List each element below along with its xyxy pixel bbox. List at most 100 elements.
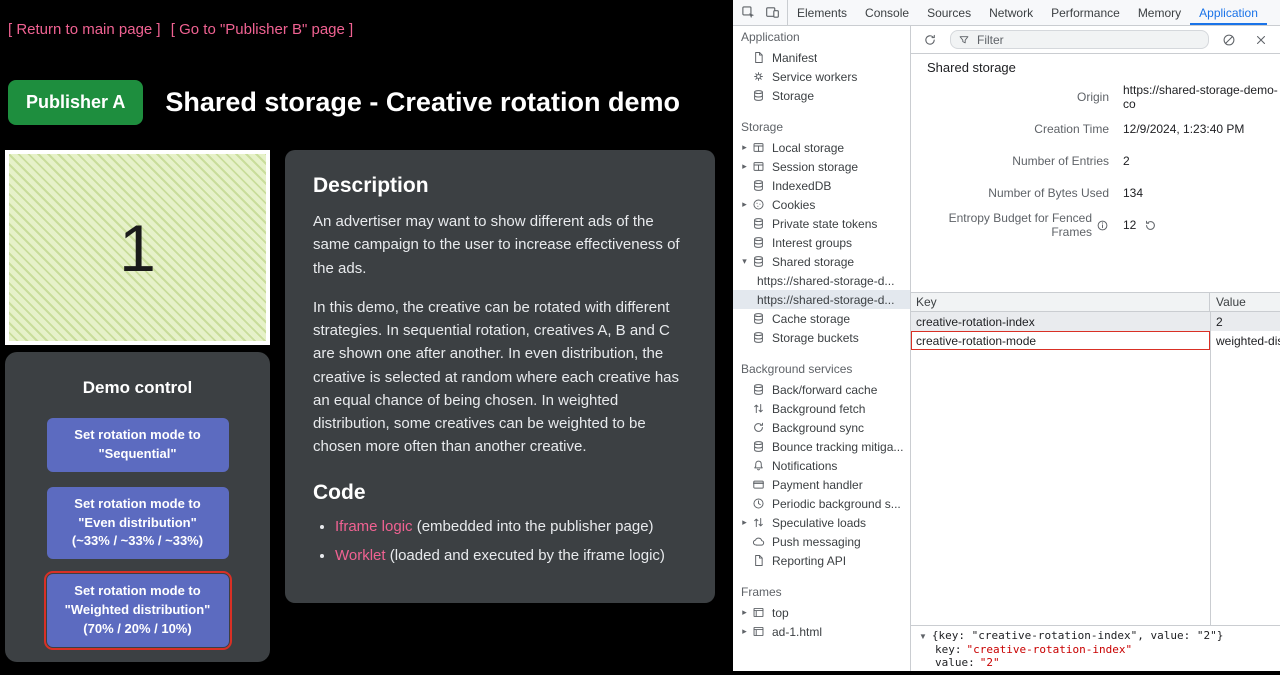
sidebar-item-cache-storage[interactable]: Cache storage [733, 309, 910, 328]
code-link-iframe-logic[interactable]: Iframe logic [335, 518, 413, 535]
devtools-tabbar: ElementsConsoleSourcesNetworkPerformance… [733, 0, 1280, 26]
chevron-right-icon[interactable]: ▸ [738, 626, 751, 637]
filter-box [950, 30, 1209, 49]
inspect-icon[interactable] [736, 2, 760, 24]
row-key-cell: creative-rotation-mode [911, 331, 1210, 350]
sidebar-item-label: Service workers [772, 70, 857, 84]
sidebar-item-indexeddb[interactable]: IndexedDB [733, 176, 910, 195]
chevron-right-icon[interactable]: ▸ [738, 199, 751, 210]
meta-value: 12/9/2024, 1:23:40 PM [1123, 122, 1244, 136]
sidebar-item-service-workers[interactable]: Service workers [733, 67, 910, 86]
sidebar-item-ad-1-html[interactable]: ▸ ad-1.html [733, 622, 910, 641]
sidebar-item-interest-groups[interactable]: Interest groups [733, 233, 910, 252]
bell-icon [751, 459, 766, 472]
meta-row-entropy-budget-for-fenced-frames: Entropy Budget for Fenced Frames12 [911, 209, 1280, 241]
filter-input[interactable] [975, 32, 1201, 48]
screenshot-root: [ Return to main page ] [ Go to "Publish… [0, 0, 1280, 675]
sidebar-item-https-shared-storage-d[interactable]: https://shared-storage-d... [733, 290, 910, 309]
sidebar-item-manifest[interactable]: Manifest [733, 48, 910, 67]
tab-console[interactable]: Console [856, 0, 918, 25]
sidebar-item-label: Background fetch [772, 402, 865, 416]
clear-icon[interactable] [1217, 29, 1241, 51]
row-value-cell: weighted-distribution [1210, 334, 1280, 348]
description-panel: Description An advertiser may want to sh… [285, 150, 715, 603]
chevron-down-icon[interactable]: ▼ [919, 632, 927, 641]
tab-application[interactable]: Application [1190, 0, 1267, 25]
device-toolbar-icon[interactable] [760, 2, 784, 24]
sidebar-item-label: Private state tokens [772, 217, 877, 231]
doc-icon [751, 51, 766, 64]
tab-sources[interactable]: Sources [918, 0, 980, 25]
sidebar-item-storage-buckets[interactable]: Storage buckets [733, 328, 910, 347]
sidebar-item-background-sync[interactable]: Background sync [733, 418, 910, 437]
tab-network[interactable]: Network [980, 0, 1042, 25]
chevron-right-icon[interactable]: ▸ [738, 161, 751, 172]
tab-performance[interactable]: Performance [1042, 0, 1129, 25]
storage-row-creative-rotation-mode[interactable]: creative-rotation-modeweighted-distribut… [911, 331, 1280, 350]
meta-row-creation-time: Creation Time12/9/2024, 1:23:40 PM [911, 113, 1280, 145]
sidebar-item-top[interactable]: ▸top [733, 603, 910, 622]
return-main-link[interactable]: [ Return to main page ] [8, 21, 161, 38]
shared-storage-metadata: Originhttps://shared-storage-demo-coCrea… [911, 81, 1280, 241]
devtools-main: Shared storage Originhttps://shared-stor… [911, 26, 1280, 671]
bottom-strip [733, 671, 1280, 675]
sidebar-item-label: https://shared-storage-d... [757, 293, 894, 307]
sidebar-item-label: Storage buckets [772, 331, 859, 345]
reset-icon[interactable] [1144, 219, 1157, 232]
preview-entry-name: key: [935, 643, 962, 656]
storage-row-creative-rotation-index[interactable]: creative-rotation-index2 [911, 312, 1280, 331]
cookie-icon [751, 198, 766, 211]
sidebar-item-bounce-tracking-mitiga[interactable]: Bounce tracking mitiga... [733, 437, 910, 456]
publisher-badge: Publisher A [8, 80, 143, 125]
code-link-worklet[interactable]: Worklet [335, 547, 386, 564]
sidebar-item-label: Shared storage [772, 255, 854, 269]
demo-buttons: Set rotation mode to"Sequential" Set rota… [5, 418, 270, 647]
sidebar-item-shared-storage[interactable]: ▾ Shared storage [733, 252, 910, 271]
sidebar-item-private-state-tokens[interactable]: Private state tokens [733, 214, 910, 233]
filter-funnel-icon [958, 34, 970, 46]
devtools-sidebar: ApplicationManifestService workersStorag… [733, 26, 911, 671]
sidebar-item-local-storage[interactable]: ▸Local storage [733, 138, 910, 157]
chevron-right-icon[interactable]: ▸ [738, 607, 751, 618]
meta-row-number-of-bytes-used: Number of Bytes Used134 [911, 177, 1280, 209]
chevron-right-icon[interactable]: ▸ [738, 517, 751, 528]
sidebar-item-session-storage[interactable]: ▸ Session storage [733, 157, 910, 176]
code-list-item: Worklet (loaded and executed by the ifra… [335, 544, 687, 567]
rotation-mode-button-3[interactable]: Set rotation mode to"Weighted distributi… [47, 574, 229, 647]
table-body: creative-rotation-index2creative-rotatio… [911, 312, 1280, 350]
tab-memory[interactable]: Memory [1129, 0, 1190, 25]
sidebar-item-push-messaging[interactable]: Push messaging [733, 532, 910, 551]
sidebar-item-notifications[interactable]: Notifications [733, 456, 910, 475]
demo-control-title: Demo control [5, 378, 270, 398]
chevron-down-icon[interactable]: ▾ [738, 256, 751, 267]
sidebar-item-label: Push messaging [772, 535, 861, 549]
sidebar-item-speculative-loads[interactable]: ▸Speculative loads [733, 513, 910, 532]
cloud-icon [751, 535, 766, 548]
tab-elements[interactable]: Elements [788, 0, 856, 25]
sidebar-section-storage: Storage [733, 111, 910, 138]
sidebar-item-storage[interactable]: Storage [733, 86, 910, 105]
column-value[interactable]: Value [1210, 295, 1280, 309]
sidebar-item-back-forward-cache[interactable]: Back/forward cache [733, 380, 910, 399]
rotation-mode-button-1[interactable]: Set rotation mode to"Sequential" [47, 418, 229, 472]
sidebar-item-payment-handler[interactable]: Payment handler [733, 475, 910, 494]
refresh-icon[interactable] [918, 29, 942, 51]
preview-entry-value: "creative-rotation-index" [967, 643, 1133, 656]
sidebar-item-cookies[interactable]: ▸Cookies [733, 195, 910, 214]
sidebar-item-label: Session storage [772, 160, 858, 174]
chevron-right-icon[interactable]: ▸ [738, 142, 751, 153]
sidebar-item-background-fetch[interactable]: Background fetch [733, 399, 910, 418]
sidebar-item-periodic-background-s[interactable]: Periodic background s... [733, 494, 910, 513]
publisher-b-link[interactable]: [ Go to "Publisher B" page ] [171, 21, 353, 38]
sidebar-item-label: Background sync [772, 421, 864, 435]
panel-toolbar [911, 26, 1280, 54]
column-key[interactable]: Key [911, 293, 1210, 311]
close-icon[interactable] [1249, 29, 1273, 51]
code-item-text: (embedded into the publisher page) [413, 518, 654, 535]
sidebar-item-label: Storage [772, 89, 814, 103]
info-icon[interactable] [1096, 219, 1109, 232]
sidebar-item-reporting-api[interactable]: Reporting API [733, 551, 910, 570]
rotation-mode-button-2[interactable]: Set rotation mode to"Even distribution"(… [47, 487, 229, 560]
sidebar-item-label: ad-1.html [772, 625, 822, 639]
sidebar-item-https-shared-storage-d[interactable]: https://shared-storage-d... [733, 271, 910, 290]
